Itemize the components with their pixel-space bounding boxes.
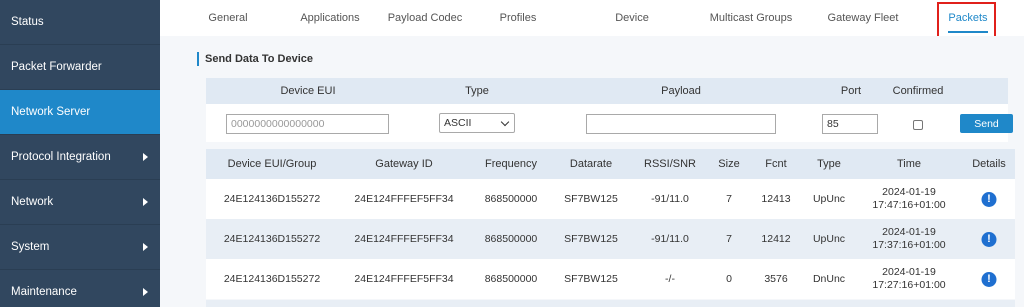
sidebar-item-maintenance[interactable]: Maintenance — [0, 270, 160, 307]
cell-fcnt: 12412 — [761, 232, 791, 245]
column-header-fcnt: Fcnt — [765, 158, 787, 170]
port-input[interactable] — [822, 114, 878, 134]
cell-type: DnUnc — [812, 272, 846, 285]
info-icon[interactable]: ! — [981, 271, 997, 287]
cell-rssi-snr: -91/11.0 — [651, 192, 689, 205]
cell-frequency: 868500000 — [484, 232, 538, 245]
cell-fcnt: 12413 — [761, 192, 791, 205]
tab-payload-codec[interactable]: Payload Codec — [370, 0, 480, 36]
column-header-datarate: Datarate — [569, 158, 613, 170]
chevron-right-icon — [143, 198, 148, 206]
tab-packets[interactable]: Packets — [942, 0, 994, 36]
send-form-row: ASCII Send — [206, 104, 1013, 142]
sidebar-item-label: Packet Forwarder — [11, 61, 102, 73]
confirmed-checkbox[interactable] — [913, 120, 923, 130]
info-icon[interactable]: ! — [981, 191, 997, 207]
tab-general[interactable]: General — [200, 0, 256, 36]
cell-time: 2024-01-19 17:27:16+01:00 — [872, 259, 945, 299]
tab-applications[interactable]: Applications — [290, 0, 370, 36]
tab-multicast-groups[interactable]: Multicast Groups — [692, 0, 810, 36]
cell-gateway-id: 24E124FFFEF5FF34 — [354, 232, 454, 245]
cell-datarate: SF7BW125 — [564, 272, 618, 285]
tab-gateway-fleet[interactable]: Gateway Fleet — [820, 0, 906, 36]
cell-device-eui: 24E124136D155272 — [223, 272, 321, 285]
info-icon[interactable]: ! — [981, 231, 997, 247]
cell-time-clock: 17:37:16+01:00 — [872, 239, 946, 251]
device-eui-header: Device EUI — [280, 85, 336, 97]
table-row[interactable]: 24E124136D155272 24E124FFFEF5FF34 868500… — [206, 259, 1015, 299]
cell-details: ! — [981, 219, 997, 259]
cell-rssi-snr: -/- — [665, 272, 675, 285]
table-row[interactable]: 24E124136D155272 24E124FFFEF5FF34 868500… — [206, 219, 1015, 259]
column-header-details: Details — [972, 158, 1006, 170]
type-select-value: ASCII — [444, 117, 472, 129]
sidebar-item-system[interactable]: System — [0, 225, 160, 270]
cell-fcnt: 3576 — [764, 272, 788, 285]
cell-datarate: SF7BW125 — [564, 192, 618, 205]
cell-time-date: 2024-01-19 — [882, 186, 936, 198]
cell-type: UpUnc — [812, 232, 846, 245]
cell-device-eui: 24E124136D155272 — [223, 232, 321, 245]
column-header-time: Time — [896, 158, 922, 170]
cell-time-clock: 17:27:16+01:00 — [872, 279, 946, 291]
type-header: Type — [465, 85, 489, 97]
cell-time-clock: 17:47:16+01:00 — [872, 199, 946, 211]
chevron-down-icon — [500, 117, 510, 127]
sidebar: Status Packet Forwarder Network Server P… — [0, 0, 160, 307]
sidebar-item-protocol-integration[interactable]: Protocol Integration — [0, 135, 160, 180]
payload-input[interactable] — [586, 114, 776, 134]
tab-bar: General Applications Payload Codec Profi… — [160, 0, 1024, 36]
cell-size: 0 — [726, 272, 732, 285]
cell-time: 2024-01-19 17:47:16+01:00 — [872, 179, 945, 219]
sidebar-item-network-server[interactable]: Network Server — [0, 90, 160, 135]
cell-type: UpUnc — [812, 192, 846, 205]
sidebar-item-label: System — [11, 241, 50, 253]
section-title: Send Data To Device — [197, 52, 313, 66]
column-header-gateway-id: Gateway ID — [375, 158, 433, 170]
cell-details: ! — [981, 259, 997, 299]
column-header-size: Size — [718, 158, 740, 170]
cell-rssi-snr: -91/11.0 — [651, 232, 689, 245]
send-button[interactable]: Send — [960, 114, 1013, 133]
cell-size: 7 — [726, 192, 732, 205]
payload-header: Payload — [661, 85, 701, 97]
sidebar-item-label: Status — [11, 16, 44, 28]
sidebar-item-packet-forwarder[interactable]: Packet Forwarder — [0, 45, 160, 90]
device-eui-input[interactable] — [226, 114, 389, 134]
cell-frequency: 868500000 — [484, 192, 538, 205]
tab-profiles[interactable]: Profiles — [490, 0, 546, 36]
sidebar-item-label: Network — [11, 196, 54, 208]
cell-frequency: 868500000 — [484, 272, 538, 285]
port-header: Port — [840, 85, 862, 97]
cell-datarate: SF7BW125 — [564, 232, 618, 245]
sidebar-item-network[interactable]: Network — [0, 180, 160, 225]
cell-device-eui: 24E124136D155272 — [223, 192, 321, 205]
sidebar-item-label: Network Server — [11, 106, 91, 118]
cell-time-date: 2024-01-19 — [882, 226, 936, 238]
chevron-right-icon — [143, 288, 148, 296]
cell-details: ! — [981, 179, 997, 219]
packets-table-header: Device EUI/Group Gateway ID Frequency Da… — [206, 149, 1015, 179]
table-row[interactable] — [206, 300, 1015, 307]
cell-time-date: 2024-01-19 — [882, 266, 936, 278]
type-select[interactable]: ASCII — [439, 113, 515, 133]
cell-size: 7 — [726, 232, 732, 245]
column-header-type: Type — [817, 158, 841, 170]
sidebar-item-label: Maintenance — [11, 286, 77, 298]
cell-gateway-id: 24E124FFFEF5FF34 — [354, 192, 454, 205]
tab-device[interactable]: Device — [604, 0, 660, 36]
sidebar-item-status[interactable]: Status — [0, 0, 160, 45]
chevron-right-icon — [143, 243, 148, 251]
send-form-header: Device EUI Type Payload Port Confirmed — [206, 78, 1008, 104]
app: Status Packet Forwarder Network Server P… — [0, 0, 1024, 307]
table-row[interactable]: 24E124136D155272 24E124FFFEF5FF34 868500… — [206, 179, 1015, 219]
cell-time: 2024-01-19 17:37:16+01:00 — [872, 219, 945, 259]
column-header-device-eui: Device EUI/Group — [227, 158, 317, 170]
confirmed-header: Confirmed — [892, 85, 944, 97]
cell-gateway-id: 24E124FFFEF5FF34 — [354, 272, 454, 285]
column-header-frequency: Frequency — [485, 158, 537, 170]
chevron-right-icon — [143, 153, 148, 161]
column-header-rssi-snr: RSSI/SNR — [644, 158, 696, 170]
sidebar-item-label: Protocol Integration — [11, 151, 111, 163]
